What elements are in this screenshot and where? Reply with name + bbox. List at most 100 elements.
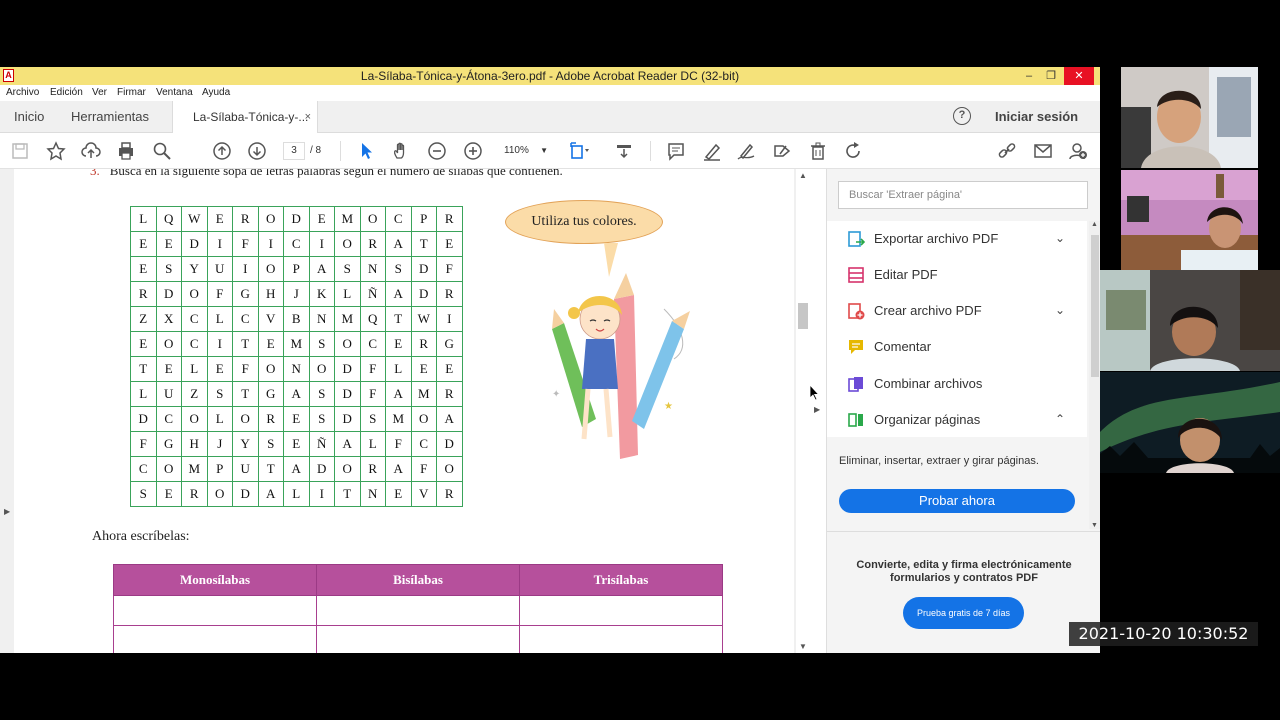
grid-letter: O: [155, 456, 182, 482]
search-icon[interactable]: [151, 140, 173, 162]
grid-letter: E: [436, 231, 463, 257]
menu-ver[interactable]: Ver: [92, 87, 107, 98]
grid-letter: E: [130, 231, 157, 257]
grid-letter: F: [232, 356, 259, 382]
grid-letter: O: [257, 256, 284, 282]
column-header-bisilabas: Bisílabas: [316, 564, 520, 596]
save-icon[interactable]: [9, 140, 31, 162]
free-trial-button[interactable]: Prueba gratis de 7 días: [903, 597, 1024, 629]
grid-letter: O: [334, 331, 361, 357]
grid-row: DCOLORESDSMOA: [130, 406, 463, 432]
tool-comentar[interactable]: Comentar: [827, 329, 1087, 365]
grid-letter: L: [206, 406, 233, 432]
zoom-out-icon[interactable]: [426, 140, 448, 162]
page-up-icon[interactable]: [211, 140, 233, 162]
menu-edicion[interactable]: Edición: [50, 87, 83, 98]
grid-letter: S: [334, 256, 361, 282]
add-user-icon[interactable]: [1067, 140, 1089, 162]
chevron-down-icon[interactable]: ⌄: [1055, 231, 1065, 245]
scroll-thumb[interactable]: [1091, 235, 1099, 377]
tool-description: Eliminar, insertar, extraer y girar pági…: [839, 455, 1039, 467]
grid-letter: F: [410, 456, 437, 482]
tool-organizar[interactable]: Organizar páginas ⌃: [827, 402, 1087, 438]
delete-icon[interactable]: [807, 140, 829, 162]
grid-letter: E: [257, 331, 284, 357]
tab-close-icon[interactable]: ×: [305, 101, 311, 133]
signin-link[interactable]: Iniciar sesión: [995, 109, 1078, 124]
zoom-select[interactable]: 110% ▼: [498, 142, 552, 160]
chevron-up-icon[interactable]: ⌃: [1055, 412, 1065, 426]
pane-divider: [827, 531, 1100, 532]
fit-page-icon[interactable]: [568, 140, 590, 162]
grid-letter: I: [257, 231, 284, 257]
grid-letter: E: [206, 206, 233, 232]
menu-firmar[interactable]: Firmar: [117, 87, 146, 98]
grid-letter: P: [410, 206, 437, 232]
tab-document[interactable]: La-Sílaba-Tónica-y-... ×: [172, 101, 318, 134]
combine-files-icon: [848, 377, 863, 392]
left-pane-toggle-icon[interactable]: ▶: [4, 507, 10, 516]
menu-archivo[interactable]: Archivo: [6, 87, 39, 98]
grid-letter: C: [155, 406, 182, 432]
scroll-up-icon[interactable]: ▲: [1091, 221, 1098, 228]
chevron-down-icon[interactable]: ⌄: [1055, 303, 1065, 317]
maximize-button[interactable]: ❐: [1040, 67, 1062, 85]
tool-combinar[interactable]: Combinar archivos: [827, 366, 1087, 402]
share-link-icon[interactable]: [996, 140, 1018, 162]
print-icon[interactable]: [115, 140, 137, 162]
grid-row: ZXCLCVBNMQTWI: [130, 306, 463, 332]
tools-search-input[interactable]: Buscar 'Extraer página': [838, 181, 1088, 209]
zoom-in-icon[interactable]: [462, 140, 484, 162]
draw-icon[interactable]: [735, 140, 757, 162]
help-icon[interactable]: ?: [953, 107, 971, 125]
scroll-thumb[interactable]: [798, 303, 808, 329]
grid-letter: J: [283, 281, 310, 307]
grid-letter: O: [410, 406, 437, 432]
grid-letter: D: [410, 256, 437, 282]
minimize-button[interactable]: –: [1018, 67, 1040, 85]
comment-icon[interactable]: [665, 140, 687, 162]
grid-letter: M: [385, 406, 412, 432]
grid-letter: P: [206, 456, 233, 482]
scroll-down-icon[interactable]: ▼: [799, 642, 807, 651]
grid-letter: E: [155, 481, 182, 507]
scroll-down-icon[interactable]: ▼: [1091, 522, 1098, 529]
upload-icon[interactable]: [80, 140, 102, 162]
scroll-mode-icon[interactable]: [613, 140, 635, 162]
rotate-icon[interactable]: [842, 140, 864, 162]
document-area[interactable]: 3. Busca en la siguiente sopa de letras p…: [0, 169, 810, 653]
page-down-icon[interactable]: [246, 140, 268, 162]
table-cell: [113, 625, 317, 653]
right-pane-toggle-icon[interactable]: ▶: [814, 405, 820, 414]
grid-letter: T: [257, 456, 284, 482]
tab-inicio[interactable]: Inicio: [14, 101, 44, 133]
menu-ayuda[interactable]: Ayuda: [202, 87, 230, 98]
participant-video-2: [1121, 170, 1258, 271]
highlight-pen-icon[interactable]: [701, 140, 723, 162]
email-icon[interactable]: [1032, 140, 1054, 162]
try-now-button[interactable]: Probar ahora: [839, 489, 1075, 513]
page-number-input[interactable]: 3: [283, 142, 305, 160]
menu-ventana[interactable]: Ventana: [156, 87, 193, 98]
tool-editar-pdf[interactable]: Editar PDF: [827, 257, 1087, 293]
participant-video-4: [1100, 372, 1280, 473]
star-icon[interactable]: [45, 140, 67, 162]
close-button[interactable]: ✕: [1064, 67, 1094, 85]
tab-herramientas[interactable]: Herramientas: [71, 101, 149, 133]
hand-icon[interactable]: [390, 140, 412, 162]
grid-letter: E: [385, 331, 412, 357]
tool-crear-pdf[interactable]: Crear archivo PDF ⌄: [827, 293, 1087, 329]
grid-letter: Z: [130, 306, 157, 332]
grid-letter: E: [155, 231, 182, 257]
grid-row: ESYUIOPASNSDF: [130, 256, 463, 282]
select-cursor-icon[interactable]: [356, 140, 378, 162]
scroll-up-icon[interactable]: ▲: [799, 171, 807, 180]
document-scrollbar[interactable]: ▲ ▼: [796, 169, 810, 653]
tools-scrollbar[interactable]: ▲ ▼: [1089, 221, 1100, 529]
grid-letter: G: [232, 281, 259, 307]
grid-letter: L: [359, 431, 386, 457]
instruction-number: 3.: [90, 169, 100, 178]
fill-sign-icon[interactable]: [771, 140, 793, 162]
tool-exportar-pdf[interactable]: Exportar archivo PDF ⌄: [827, 221, 1087, 257]
grid-letter: M: [334, 206, 361, 232]
